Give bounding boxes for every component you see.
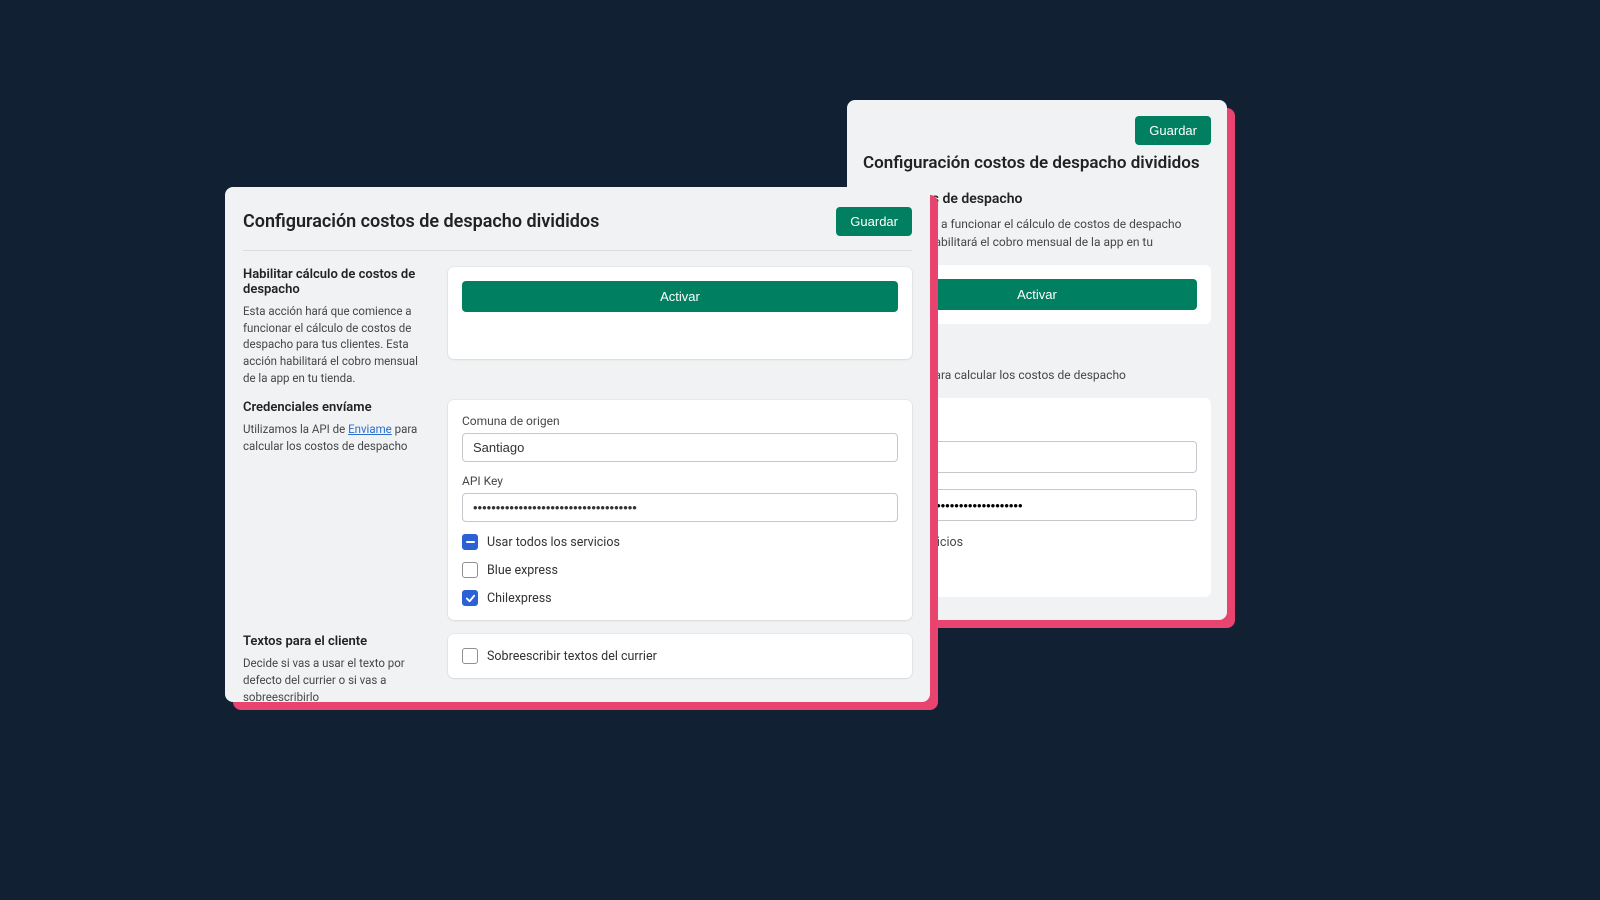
checkbox-override-label: Sobreescribir textos del currier xyxy=(487,649,657,664)
enviame-link[interactable]: Enviame xyxy=(348,422,392,436)
checkbox-chilexpress[interactable]: Chilexpress xyxy=(462,590,898,606)
page-title-back: Configuración costos de despacho dividid… xyxy=(863,153,1211,173)
checkbox-blue-express[interactable]: Blue express xyxy=(462,562,898,578)
front-card: Configuración costos de despacho dividid… xyxy=(225,187,930,702)
checkbox-blue-label: Blue express xyxy=(487,563,558,578)
checkbox-unchecked-icon xyxy=(462,562,478,578)
section-enable: Habilitar cálculo de costos de despacho … xyxy=(243,267,912,386)
page-title: Configuración costos de despacho dividid… xyxy=(243,211,599,232)
header-row: Configuración costos de despacho dividid… xyxy=(243,207,912,251)
enable-desc: Esta acción hará que comience a funciona… xyxy=(243,303,428,386)
comuna-input[interactable] xyxy=(462,433,898,462)
texts-desc: Decide si vas a usar el texto por defect… xyxy=(243,655,428,705)
texts-panel: Sobreescribir textos del currier xyxy=(448,634,912,678)
enable-title: Habilitar cálculo de costos de despacho xyxy=(243,267,428,297)
activate-panel: Activar xyxy=(448,267,912,359)
checkbox-all-services[interactable]: Usar todos los servicios xyxy=(462,534,898,550)
apikey-input[interactable] xyxy=(462,493,898,522)
activate-button[interactable]: Activar xyxy=(462,281,898,312)
save-button-back[interactable]: Guardar xyxy=(1135,116,1211,145)
texts-title: Textos para el cliente xyxy=(243,634,428,649)
checkbox-checked-icon xyxy=(462,590,478,606)
credentials-desc: Utilizamos la API de Enviame para calcul… xyxy=(243,421,428,454)
checkbox-all-label: Usar todos los servicios xyxy=(487,535,620,550)
checkbox-chile-label: Chilexpress xyxy=(487,591,552,606)
section-credentials: Credenciales envíame Utilizamos la API d… xyxy=(243,400,912,620)
apikey-label: API Key xyxy=(462,474,898,488)
save-button[interactable]: Guardar xyxy=(836,207,912,236)
credentials-title: Credenciales envíame xyxy=(243,400,428,415)
checkbox-indeterminate-icon xyxy=(462,534,478,550)
checkbox-override-texts[interactable]: Sobreescribir textos del currier xyxy=(462,648,898,664)
checkbox-unchecked-icon xyxy=(462,648,478,664)
section-texts: Textos para el cliente Decide si vas a u… xyxy=(243,634,912,705)
credentials-panel: Comuna de origen API Key Usar todos los … xyxy=(448,400,912,620)
comuna-label: Comuna de origen xyxy=(462,414,898,428)
